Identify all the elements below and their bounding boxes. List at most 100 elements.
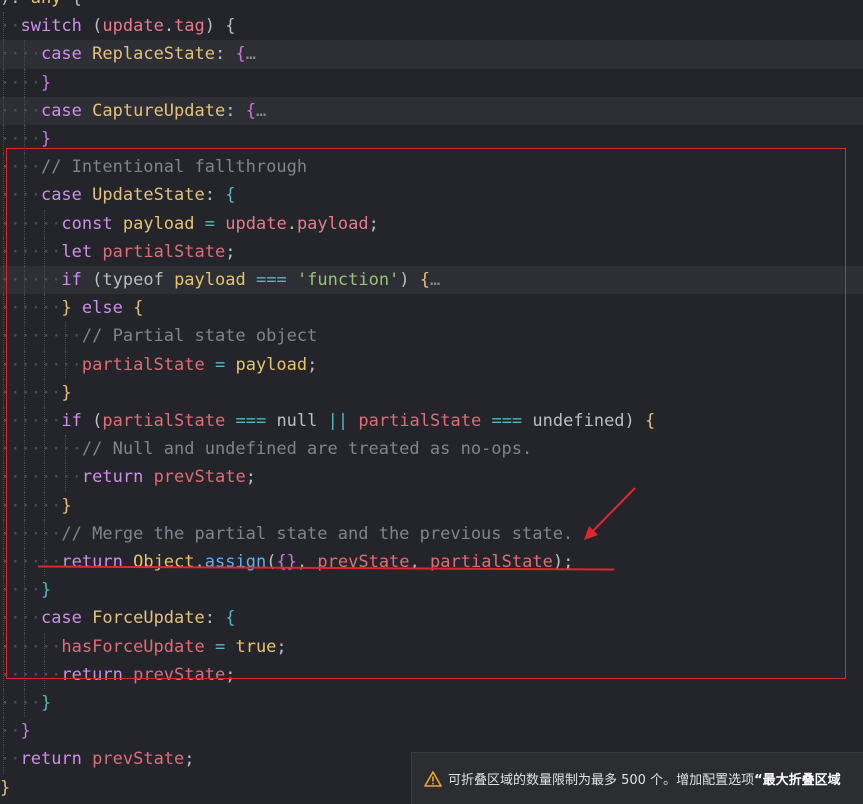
indent-guide (44, 322, 45, 351)
code-line[interactable]: ····} (0, 125, 863, 154)
code-line[interactable]: ····} (0, 689, 863, 718)
code-line[interactable]: ····case CaptureUpdate: {… (0, 96, 863, 125)
indent-guide (64, 322, 66, 351)
code-token: { (645, 411, 656, 431)
code-token: : (225, 100, 246, 121)
code-token: return (61, 664, 123, 685)
indent-guide (23, 209, 25, 238)
code-line[interactable]: ······const payload = update.payload; (0, 209, 863, 238)
code-token: ; (225, 664, 236, 685)
indent-whitespace: ···· (0, 72, 41, 93)
code-token: case (40, 185, 82, 206)
code-token: } (0, 777, 11, 798)
code-token: === (255, 270, 287, 290)
code-token: = (214, 636, 226, 657)
indent-guide (3, 519, 4, 548)
code-token: return (61, 552, 123, 572)
code-token: ; (184, 749, 195, 770)
code-token: update (225, 213, 287, 234)
indent-guide (3, 435, 4, 464)
indent-guide (3, 125, 4, 154)
indent-whitespace: ···· (0, 580, 41, 601)
indent-guide (3, 294, 4, 323)
code-token: === (235, 411, 267, 431)
code-line[interactable]: ······} else { (0, 294, 863, 323)
code-token: // Intentional fallthrough (40, 157, 308, 178)
code-token: case (40, 608, 82, 629)
indent-guide (23, 237, 25, 266)
code-line[interactable]: ······return prevState; (0, 660, 863, 689)
code-line[interactable]: ······// Merge the partial state and the… (0, 519, 863, 548)
indent-guide (64, 350, 66, 379)
indent-whitespace: ······ (0, 270, 62, 290)
code-token: // Merge the partial state and the previ… (61, 523, 574, 544)
indent-guide (23, 350, 25, 379)
code-line[interactable]: ········return prevState; (0, 463, 863, 492)
code-line[interactable]: ··switch (update.tag) { (0, 12, 863, 41)
code-line[interactable]: ····case UpdateState: { (0, 181, 863, 210)
code-line[interactable]: ····case ReplaceState: {… (0, 40, 863, 69)
indent-whitespace: ···· (0, 157, 41, 178)
indent-guide (3, 604, 4, 633)
indent-guide (3, 660, 4, 689)
indent-guide (3, 322, 4, 351)
code-line[interactable]: ······} (0, 491, 863, 520)
indent-whitespace: ······ (0, 298, 62, 319)
code-token: assign (204, 552, 267, 572)
code-line[interactable]: ): any { (0, 0, 863, 12)
toast-option-name[interactable]: “最大折叠区域 (754, 769, 841, 788)
code-line[interactable]: ········// Partial state object (0, 322, 863, 351)
code-line[interactable]: ····} (0, 68, 863, 97)
code-token: = (204, 213, 216, 234)
indent-whitespace: ······ (0, 411, 62, 431)
code-line[interactable]: ····} (0, 576, 863, 605)
indent-guide (3, 96, 4, 125)
indent-guide (3, 209, 4, 238)
indent-guide (44, 632, 45, 661)
code-token: } (40, 72, 52, 93)
indent-guide (23, 68, 25, 97)
code-token: Object (133, 552, 195, 572)
code-line[interactable]: ······return Object.assign({}, prevState… (0, 548, 863, 577)
code-token: { (419, 270, 431, 290)
code-line[interactable]: ····case ForceUpdate: { (0, 604, 863, 633)
code-line[interactable]: ······hasForceUpdate = true; (0, 632, 863, 661)
code-token: ; (307, 354, 318, 375)
code-token: else (81, 298, 123, 319)
code-token: case (40, 100, 82, 121)
notification-toast[interactable]: 可折叠区域的数量限制为最多 500 个。增加配置选项 “最大折叠区域 (411, 752, 863, 804)
code-token: { (235, 44, 246, 65)
indent-guide (64, 435, 66, 464)
indent-guide (3, 153, 4, 182)
indent-guide (44, 350, 45, 379)
indent-whitespace: ···· (0, 100, 41, 121)
indent-whitespace: ········ (0, 354, 82, 375)
code-token: : (204, 185, 226, 206)
indent-guide (3, 237, 4, 266)
code-line[interactable]: ······if (typeof payload === 'function')… (0, 266, 863, 295)
code-line[interactable]: ······if (partialState === null || parti… (0, 407, 863, 436)
code-token: ): (0, 0, 31, 8)
code-line[interactable]: ········partialState = payload; (0, 350, 863, 379)
code-token: { (133, 298, 144, 319)
indent-guide (3, 407, 4, 436)
code-line[interactable]: ··} (0, 717, 863, 746)
indent-guide (44, 407, 45, 436)
code-token: partialState (81, 354, 205, 375)
indent-whitespace: ···· (0, 44, 41, 65)
code-token: ( (81, 270, 103, 290)
indent-guide (3, 378, 4, 407)
code-line[interactable]: ········// Null and undefined are treate… (0, 435, 863, 464)
indent-guide (23, 463, 25, 492)
code-line[interactable]: ······let partialState; (0, 237, 863, 266)
code-line[interactable]: ····// Intentional fallthrough (0, 153, 863, 182)
code-line[interactable]: ······} (0, 378, 863, 407)
code-token: … (430, 270, 441, 290)
indent-guide (44, 266, 45, 295)
